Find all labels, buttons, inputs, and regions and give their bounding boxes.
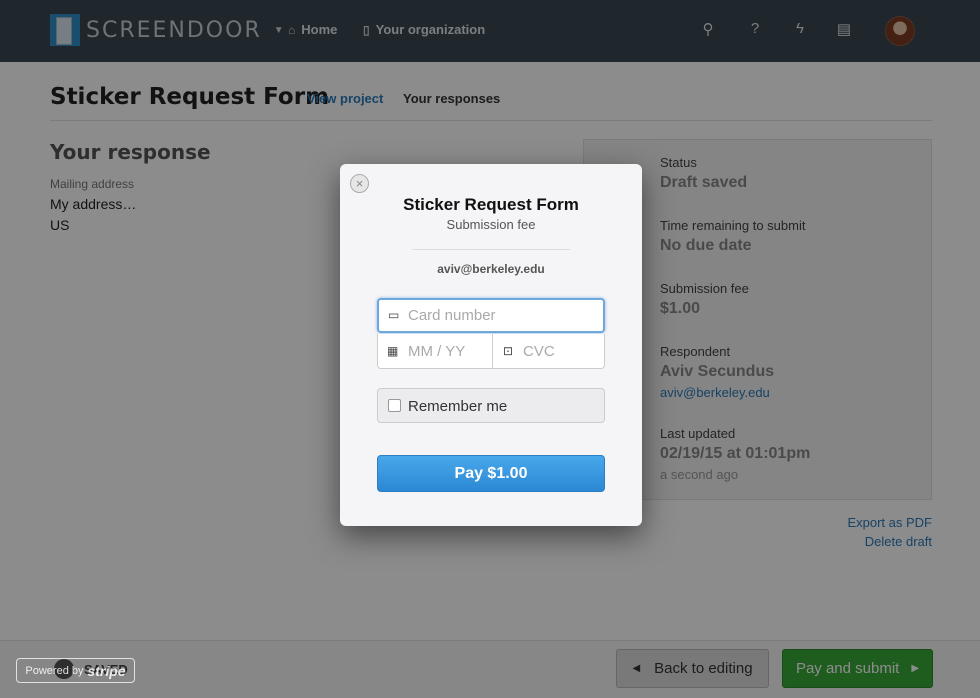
pay-button[interactable]: Pay $1.00 xyxy=(377,455,605,492)
modal-subtitle: Submission fee xyxy=(446,217,536,232)
powered-by-stripe-badge[interactable]: Powered by stripe xyxy=(16,658,135,683)
card-details-row: ▦ MM / YY ⊡ CVC xyxy=(377,334,605,369)
card-number-placeholder: Card number xyxy=(408,307,496,324)
close-icon[interactable]: × xyxy=(350,174,369,193)
payer-email: aviv@berkeley.edu xyxy=(437,262,545,276)
lock-icon: ⊡ xyxy=(503,344,514,358)
remember-me-toggle[interactable]: Remember me xyxy=(377,388,605,423)
card-number-input[interactable]: ▭ Card number xyxy=(377,298,605,333)
remember-me-checkbox[interactable] xyxy=(388,399,401,412)
payment-modal: × Sticker Request Form Submission fee av… xyxy=(340,164,642,526)
powered-by-label: Powered by xyxy=(25,664,84,677)
credit-card-icon: ▭ xyxy=(388,308,400,322)
remember-me-label: Remember me xyxy=(408,398,508,415)
modal-title: Sticker Request Form xyxy=(403,195,579,214)
field-divider xyxy=(492,334,493,369)
stripe-logo: stripe xyxy=(87,662,126,679)
modal-divider xyxy=(412,249,570,250)
expiry-input[interactable]: MM / YY xyxy=(408,343,465,360)
cvc-input[interactable]: CVC xyxy=(523,343,555,360)
calendar-icon: ▦ xyxy=(387,344,399,358)
